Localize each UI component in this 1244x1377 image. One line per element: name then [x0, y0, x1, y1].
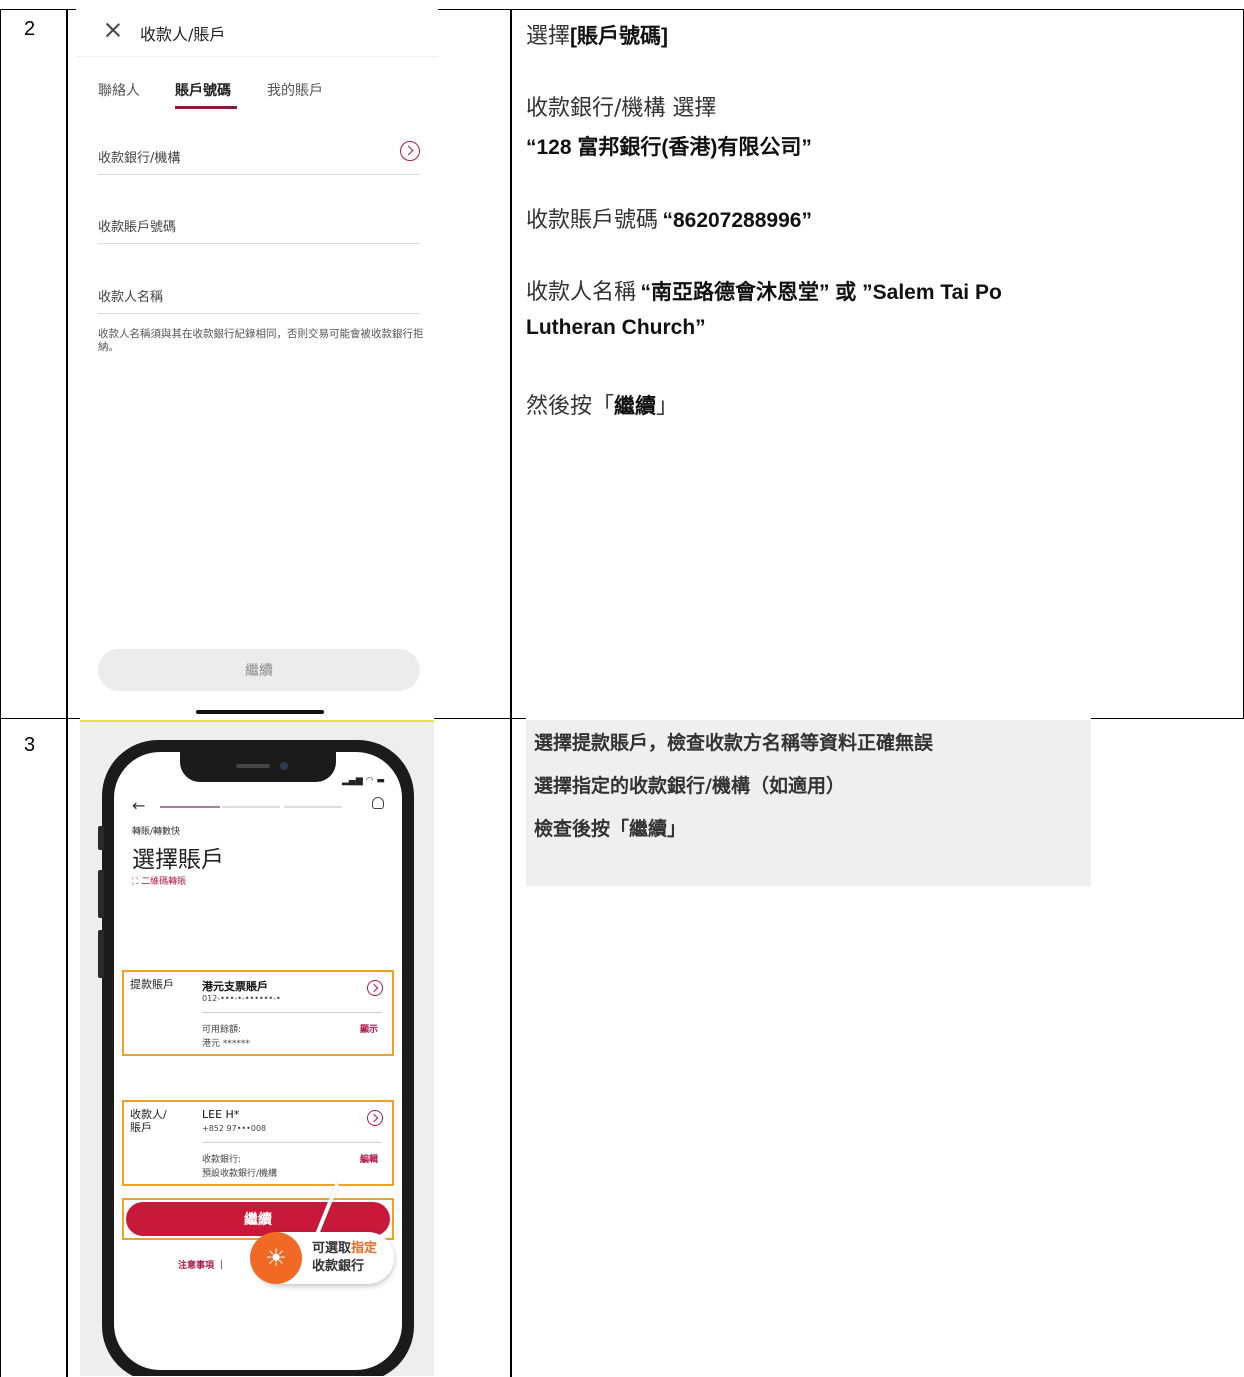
debit-account-name: 港元支票賬戶 — [202, 980, 268, 993]
qr-transfer-link[interactable]: ⛶ 二維碼轉賬 — [132, 874, 186, 887]
step2-instruction-6: Lutheran Church” — [526, 316, 706, 339]
table-row-divider-left — [0, 718, 80, 719]
progress-step — [284, 806, 342, 808]
step2-instruction-1: 選擇[賬戶號碼] — [526, 24, 669, 49]
screen-title: 收款人/賬戶 — [140, 25, 226, 44]
bank-field-label[interactable]: 收款銀行/機構 — [98, 147, 180, 166]
callout-bubble: ☀ 可選取指定 收款銀行 — [250, 1232, 394, 1284]
progress-step-active — [160, 806, 220, 808]
tab-contacts[interactable]: 聯絡人 — [98, 80, 140, 100]
table-row-divider-mid — [434, 718, 526, 719]
card-divider — [202, 1012, 382, 1013]
step2-instruction-7: 然後按「繼續」 — [526, 394, 679, 419]
select-account-screen: ▂▄▆ ◠ ▬ ← 轉賬/轉數快 選擇賬戶 ⛶ 二維碼轉賬 提款賬戶 港元支票賬… — [114, 752, 402, 1370]
payee-bank-value: 預設收款銀行/機構 — [202, 1169, 278, 1179]
step3-instruction-3: 檢查後按「繼續」 — [534, 818, 687, 840]
table-col-divider-1 — [66, 9, 68, 1377]
payee-bank-label: 收款銀行: — [202, 1155, 242, 1165]
screen-header: 收款人/賬戶 — [76, 10, 438, 56]
highlight-line — [80, 720, 434, 722]
callout-text: 可選取指定 收款銀行 — [312, 1241, 378, 1274]
qr-icon: ⛶ — [132, 877, 142, 887]
close-icon[interactable] — [104, 21, 122, 39]
step2-instruction-4: 收款賬戶號碼 “86207288996” — [526, 208, 812, 233]
account-number-field-label[interactable]: 收款賬戶號碼 — [98, 216, 176, 235]
debit-account-number: 012-•••-•-••••••-• — [202, 994, 281, 1003]
payee-name-field-label[interactable]: 收款人名稱 — [98, 286, 163, 305]
debit-account-card[interactable]: 提款賬戶 港元支票賬戶 012-•••-•-••••••-• 可用餘額: 港元 … — [122, 970, 394, 1056]
step-number: 3 — [24, 734, 36, 756]
step3-instructions: 選擇提款賬戶，檢查收款方名稱等資料正確無誤 選擇指定的收款銀行/機構（如適用） … — [526, 720, 1091, 886]
lightbulb-icon: ☀ — [250, 1232, 302, 1284]
table-border-top-left — [0, 9, 76, 10]
step3-instruction-2: 選擇指定的收款銀行/機構（如適用） — [534, 775, 845, 797]
bank-field-underline — [98, 174, 420, 175]
payee-name-note: 收款人名稱須與其在收款銀行紀錄相同，否則交易可能會被收款銀行拒納。 — [98, 328, 424, 353]
balance-label: 可用餘額: — [202, 1025, 242, 1035]
tab-my-accounts[interactable]: 我的賬戶 — [267, 80, 323, 100]
header-divider — [76, 56, 438, 57]
active-tab-indicator — [175, 106, 237, 109]
progress-step — [222, 806, 280, 808]
continue-button[interactable]: 繼續 — [126, 1202, 390, 1236]
step2-instruction-3: “128 富邦銀行(香港)有限公司” — [526, 136, 812, 159]
payee-form-screen: 收款人/賬戶 聯絡人 賬戶號碼 我的賬戶 收款銀行/機構 收款賬戶號碼 收款人名… — [76, 10, 438, 718]
home-indicator — [196, 710, 324, 714]
show-balance-link[interactable]: 顯示 — [360, 1022, 378, 1035]
phone-notch — [180, 752, 336, 782]
edit-bank-link[interactable]: 編輯 — [360, 1152, 378, 1165]
continue-button[interactable]: 繼續 — [98, 649, 420, 691]
table-border-top-right — [438, 9, 1244, 10]
chevron-right-icon[interactable] — [367, 1110, 383, 1126]
account-number-field-underline — [98, 243, 420, 244]
step-number: 2 — [24, 18, 36, 40]
payee-phone: +852 97•••008 — [202, 1124, 267, 1133]
payee-account-card[interactable]: 收款人/賬戶 LEE H* +852 97•••008 收款銀行: 預設收款銀行… — [122, 1100, 394, 1186]
balance-value: 港元 ****** — [202, 1039, 250, 1049]
step3-instruction-1: 選擇提款賬戶，檢查收款方名稱等資料正確無誤 — [534, 732, 934, 754]
notes-link[interactable]: 注意事項 ｜ — [178, 1258, 226, 1271]
chevron-right-icon[interactable] — [400, 141, 420, 161]
phone-side-button — [98, 870, 104, 918]
table-row-divider-right — [1091, 718, 1244, 719]
chevron-right-icon[interactable] — [367, 980, 383, 996]
table-border-left — [0, 9, 1, 1377]
step2-instruction-5: 收款人名稱 “南亞路德會沐恩堂” 或 ”Salem Tai Po — [526, 280, 1002, 305]
debit-account-label: 提款賬戶 — [130, 978, 174, 991]
payee-name: LEE H* — [202, 1108, 240, 1121]
headset-icon[interactable] — [372, 797, 384, 809]
phone-side-button — [98, 930, 104, 978]
step2-instruction-2: 收款銀行/機構 選擇 — [526, 96, 717, 121]
phone-side-button — [98, 826, 104, 850]
table-col-divider-2 — [510, 9, 512, 1377]
phone-mockup-panel: ▂▄▆ ◠ ▬ ← 轉賬/轉數快 選擇賬戶 ⛶ 二維碼轉賬 提款賬戶 港元支票賬… — [80, 720, 434, 1376]
phone-frame: ▂▄▆ ◠ ▬ ← 轉賬/轉數快 選擇賬戶 ⛶ 二維碼轉賬 提款賬戶 港元支票賬… — [98, 740, 414, 1376]
page-title: 選擇賬戶 — [132, 847, 224, 873]
status-bar-icons: ▂▄▆ ◠ ▬ — [342, 776, 385, 786]
back-arrow-icon[interactable]: ← — [132, 796, 145, 815]
card-divider — [202, 1142, 382, 1143]
breadcrumb: 轉賬/轉數快 — [132, 827, 181, 837]
payee-name-field-underline — [98, 313, 420, 314]
tab-account-number[interactable]: 賬戶號碼 — [175, 80, 231, 100]
payee-label: 收款人/賬戶 — [130, 1108, 167, 1134]
